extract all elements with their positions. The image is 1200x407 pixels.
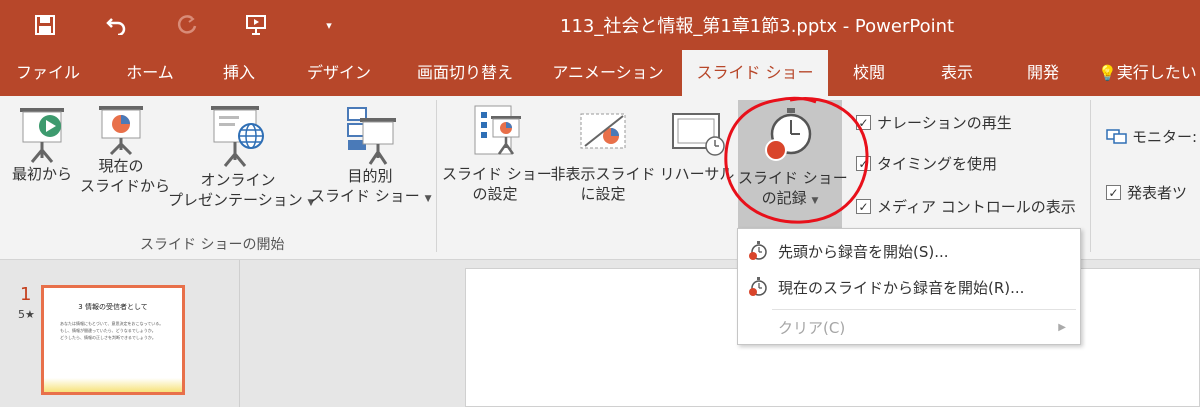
record-from-current-label: 現在のスライドから録音を開始(R)... bbox=[778, 278, 1025, 297]
stopwatch-icon bbox=[738, 276, 778, 298]
record-from-current-item[interactable]: 現在のスライドから録音を開始(R)... bbox=[738, 269, 1080, 305]
stopwatch-icon bbox=[738, 240, 778, 262]
clear-item: クリア(C) ▶ bbox=[738, 309, 1080, 345]
group-separator bbox=[436, 100, 437, 252]
online-presentation-button[interactable]: オンライン プレゼンテーション ▼ bbox=[168, 96, 314, 213]
online-label-2: プレゼンテーション ▼ bbox=[168, 190, 314, 213]
slide-number: 1 bbox=[20, 284, 32, 305]
tell-me-search[interactable]: 💡実行したい bbox=[1098, 50, 1200, 96]
group-separator bbox=[1090, 100, 1091, 252]
hide-slide-icon bbox=[580, 113, 626, 149]
ribbon-tabs: ファイル ホーム 挿入 デザイン 画面切り替え アニメーション スライド ショー… bbox=[0, 50, 1200, 96]
tab-file[interactable]: ファイル bbox=[0, 50, 96, 96]
presenter-label: 発表者ツ bbox=[1127, 184, 1188, 202]
presentation-pie-icon bbox=[99, 106, 143, 156]
chevron-down-icon: ▼ bbox=[811, 196, 819, 206]
customize-qat-icon[interactable]: ▾ bbox=[304, 0, 354, 50]
thumb-line: どうしたら、情報の正しさを判断できるでしょうか。 bbox=[60, 335, 156, 340]
save-icon[interactable] bbox=[20, 0, 70, 50]
checkmark-icon: ✓ bbox=[856, 115, 871, 130]
from-current-button[interactable]: 現在の スライドから bbox=[80, 96, 171, 196]
checkmark-icon: ✓ bbox=[1106, 185, 1121, 200]
record-from-beginning-item[interactable]: 先頭から録音を開始(S)... bbox=[738, 233, 1080, 269]
record-dropdown-menu: 先頭から録音を開始(S)... 現在のスライドから録音を開始(R)... クリア… bbox=[737, 228, 1081, 345]
timings-checkbox[interactable]: ✓ タイミングを使用 bbox=[856, 153, 997, 174]
custom-label-1: 目的別 bbox=[347, 167, 393, 185]
thumb-line: もし、情報が間違っていたら、どうなるでしょうか。 bbox=[60, 328, 156, 333]
tab-home[interactable]: ホーム bbox=[112, 50, 188, 96]
setup-slideshow-icon bbox=[474, 105, 521, 155]
custom-slideshow-button[interactable]: 目的別 スライド ショー ▼ bbox=[310, 96, 432, 209]
custom-label-2-text: スライド ショー bbox=[310, 187, 420, 205]
presenter-view-checkbox[interactable]: ✓ 発表者ツ bbox=[1106, 182, 1187, 203]
tab-design[interactable]: デザイン bbox=[293, 50, 385, 96]
from-current-label-2: スライドから bbox=[80, 177, 171, 195]
monitor-selector[interactable]: モニター: bbox=[1106, 126, 1197, 147]
hide-slide-button[interactable]: 非表示スライド に設定 bbox=[548, 96, 658, 204]
online-presentation-icon bbox=[211, 106, 264, 167]
tab-insert[interactable]: 挿入 bbox=[205, 50, 273, 96]
rehearse-timings-button[interactable]: リハーサル bbox=[658, 96, 736, 184]
timings-label: タイミングを使用 bbox=[877, 155, 998, 173]
setup-label-1: スライド ショー bbox=[442, 165, 552, 183]
online-label-1: オンライン bbox=[200, 171, 276, 189]
redo-icon bbox=[162, 0, 212, 50]
hide-label-2: に設定 bbox=[580, 185, 626, 203]
thumb-line: あなたは情報にもとづいて、意思決定をおこなっている。 bbox=[60, 321, 164, 326]
setup-slideshow-button[interactable]: スライド ショー の設定 bbox=[442, 96, 552, 204]
record-label-2: の記録 ▼ bbox=[738, 188, 842, 211]
narration-checkbox[interactable]: ✓ ナレーションの再生 bbox=[856, 112, 1012, 133]
record-from-beginning-label: 先頭から録音を開始(S)... bbox=[778, 242, 949, 261]
from-beginning-button[interactable]: 最初から bbox=[4, 96, 80, 184]
lightbulb-icon: 💡 bbox=[1098, 64, 1117, 82]
title-bar: ▾ 113_社会と情報_第1章1節3.pptx - PowerPoint bbox=[0, 0, 1200, 50]
group-label-start-slideshow: スライド ショーの開始 bbox=[140, 237, 285, 253]
media-controls-checkbox[interactable]: ✓ メディア コントロールの表示 bbox=[856, 196, 1076, 217]
setup-label-2: の設定 bbox=[472, 185, 518, 203]
narration-label: ナレーションの再生 bbox=[877, 114, 1012, 132]
media-label: メディア コントロールの表示 bbox=[877, 198, 1076, 216]
custom-slideshow-icon bbox=[347, 107, 396, 165]
from-beginning-label: 最初から bbox=[11, 165, 72, 183]
record-stopwatch-icon bbox=[765, 108, 812, 161]
chevron-down-icon: ▼ bbox=[424, 194, 432, 204]
monitor-icon bbox=[1106, 128, 1127, 144]
slide-thumbnail[interactable]: 3 情報の受信者として あなたは情報にもとづいて、意思決定をおこなっている。 も… bbox=[41, 285, 185, 395]
start-slideshow-icon[interactable] bbox=[232, 0, 282, 50]
from-current-label-1: 現在の bbox=[98, 157, 144, 175]
custom-label-2: スライド ショー ▼ bbox=[310, 186, 432, 209]
hide-label-1: 非表示スライド bbox=[550, 165, 656, 183]
chevron-right-icon: ▶ bbox=[1058, 321, 1066, 333]
checkmark-icon: ✓ bbox=[856, 199, 871, 214]
thumb-title: 3 情報の受信者として bbox=[78, 303, 148, 311]
presentation-play-icon bbox=[20, 108, 64, 163]
undo-icon[interactable] bbox=[92, 0, 142, 50]
window-title: 113_社会と情報_第1章1節3.pptx - PowerPoint bbox=[560, 16, 955, 37]
rehearse-label: リハーサル bbox=[659, 165, 735, 183]
tab-transitions[interactable]: 画面切り替え bbox=[405, 50, 525, 96]
online-label-2-text: プレゼンテーション bbox=[168, 191, 303, 209]
tab-view[interactable]: 表示 bbox=[928, 50, 986, 96]
tab-review[interactable]: 校閲 bbox=[840, 50, 898, 96]
tab-animations[interactable]: アニメーション bbox=[545, 50, 671, 96]
slide-animation-marker: 5★ bbox=[18, 308, 35, 321]
monitor-label: モニター: bbox=[1132, 128, 1198, 146]
tab-slideshow[interactable]: スライド ショー bbox=[682, 50, 828, 96]
checkmark-icon: ✓ bbox=[856, 156, 871, 171]
clear-label: クリア(C) bbox=[778, 318, 846, 337]
slide-thumbnails-pane: 1 5★ 3 情報の受信者として あなたは情報にもとづいて、意思決定をおこなって… bbox=[0, 260, 240, 407]
tell-me-label: 実行したい bbox=[1116, 63, 1197, 82]
record-label-2-text: の記録 bbox=[761, 189, 807, 207]
tab-developer[interactable]: 開発 bbox=[1014, 50, 1072, 96]
rehearse-icon bbox=[672, 113, 725, 156]
record-label-1: スライド ショー bbox=[738, 169, 848, 187]
thumb-footer-bar bbox=[44, 378, 182, 392]
thumb-body: あなたは情報にもとづいて、意思決定をおこなっている。 もし、情報が間違っていたら… bbox=[60, 320, 172, 341]
record-slideshow-button[interactable]: スライド ショー の記録 ▼ bbox=[738, 100, 848, 232]
